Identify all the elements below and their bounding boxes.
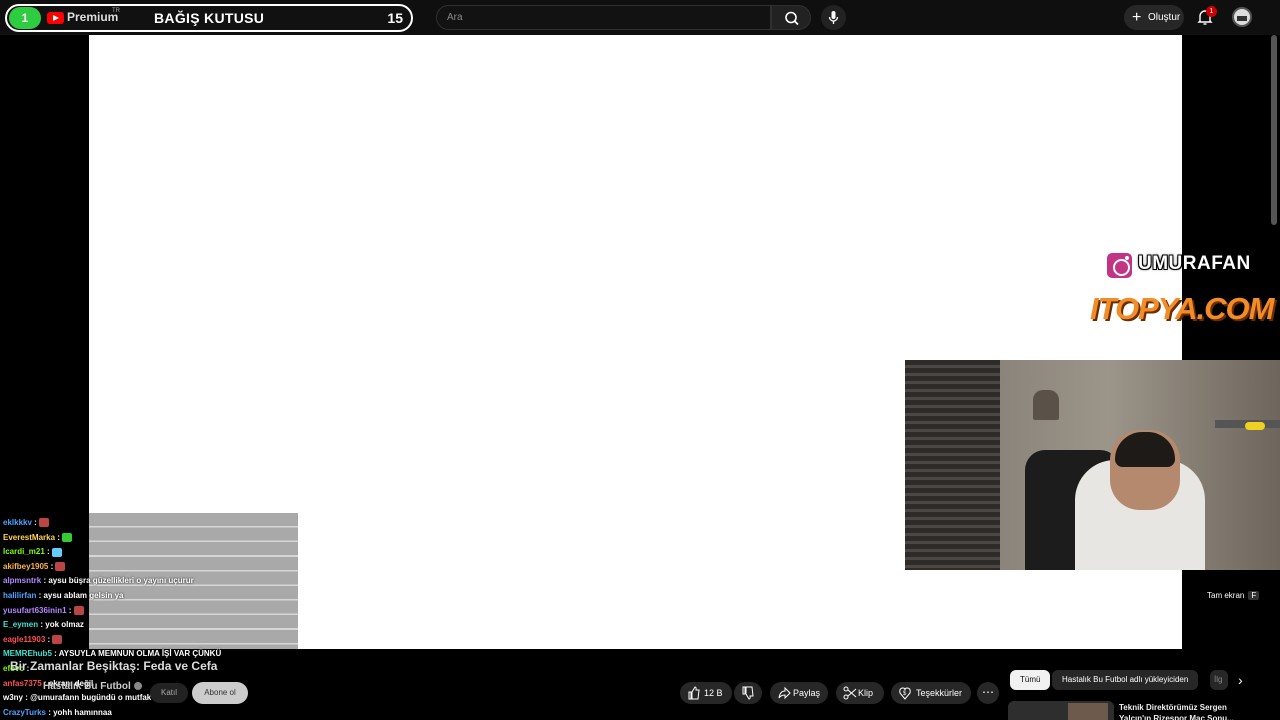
plus-icon: + (1132, 9, 1142, 26)
chip-all[interactable]: Tümü (1010, 670, 1051, 690)
chat-username[interactable]: eklkkkv (3, 518, 32, 527)
chevron-right-icon[interactable]: › (1238, 672, 1243, 688)
instagram-icon (1105, 251, 1134, 280)
share-button[interactable]: Paylaş (770, 682, 828, 704)
scrollbar[interactable] (1271, 35, 1277, 225)
emote-icon (55, 562, 66, 572)
chat-message: E_eymen : yok olmaz (3, 620, 84, 630)
chat-message: akifbey1905 : (3, 560, 303, 575)
sponsor-logo: ITOPYA.COM (1090, 291, 1274, 326)
video-title: Bir Zamanlar Beşiktaş: Feda ve Cefa (10, 659, 218, 673)
search-icon (785, 11, 799, 26)
chat-message: EverestMarka : (3, 531, 303, 546)
chat-username[interactable]: akifbey1905 (3, 562, 48, 571)
subscribe-button[interactable]: Abone ol (192, 682, 248, 704)
search-input[interactable]: Ara (436, 5, 771, 30)
fullscreen-tooltip: Tam ekran F (1207, 591, 1260, 600)
chat-username[interactable]: halilirfan (3, 591, 36, 600)
chat-username[interactable]: w3ny (3, 693, 23, 702)
verified-icon (133, 682, 142, 691)
thumbs-up-icon (687, 682, 701, 711)
chat-message: halilirfan : aysu ablam gelsin ya (3, 590, 124, 600)
chip-related[interactable]: İlg (1210, 670, 1228, 690)
instagram-overlay: UMURAFAN (1105, 251, 1275, 281)
join-button[interactable]: Katıl (150, 683, 188, 703)
thanks-button[interactable]: $ Teşekkürler (891, 682, 971, 704)
chat-message: alpmsntrk : aysu büşra güzellikleri o ya… (3, 576, 194, 586)
chat-text: @umurafann bugündü o mutfak ? (30, 693, 159, 703)
donation-total: 15 (387, 10, 403, 26)
donation-title: BAĞIŞ KUTUSU (154, 10, 265, 26)
emote-icon (73, 605, 84, 615)
donation-box: 1 Premium TR BAĞIŞ KUTUSU 15 (5, 4, 413, 32)
create-button[interactable]: + Oluştur (1124, 5, 1184, 30)
thanks-label: Teşekkürler (916, 688, 963, 698)
emote-icon (52, 635, 63, 645)
fullscreen-label: Tam ekran (1207, 591, 1245, 600)
more-actions-button[interactable]: ⋯ (977, 682, 999, 704)
chat-text: aysu ablam gelsin ya (43, 590, 124, 600)
svg-text:$: $ (903, 691, 907, 697)
more-icon: ⋯ (982, 685, 994, 699)
top-bar: 1 Premium TR BAĞIŞ KUTUSU 15 Ara + Oluşt… (0, 0, 1280, 35)
chat-username[interactable]: alpmsntrk (3, 576, 41, 585)
recommendation-title[interactable]: Teknik Direktörümüz Sergen Yalçın'ın Riz… (1119, 702, 1259, 720)
channel-name-label: Hastalık Bu Futbol (43, 681, 131, 692)
create-label: Oluştur (1148, 12, 1181, 23)
share-icon (777, 682, 791, 711)
chat-text: AYSUYLA MEMNUN OLMA İŞİ VAR ÇÜNKÜ (58, 649, 222, 659)
chip-uploader[interactable]: Hastalık Bu Futbol adlı yükleyiciden (1052, 670, 1199, 690)
donation-count: 1 (9, 7, 41, 29)
emote-icon (39, 518, 50, 528)
clip-button[interactable]: Klip (836, 682, 884, 704)
chat-username[interactable]: anfas7375 (3, 679, 42, 688)
chat-text: yohh hamınnaa (53, 707, 112, 717)
chat-text: yok olmaz (45, 620, 84, 630)
scissors-icon (843, 682, 857, 711)
premium-label: Premium (67, 10, 119, 24)
fullscreen-key: F (1248, 591, 1260, 600)
thanks-icon: $ (898, 682, 912, 711)
emote-icon (62, 532, 73, 542)
chat-message: eklkkkv : (3, 516, 303, 531)
chat-text: aysu büşra güzellikleri o yayını uçurur (48, 576, 194, 586)
chat-message: eagle11903 : (3, 633, 303, 648)
chat-username[interactable]: MEMREhub5 (3, 649, 52, 658)
search-button[interactable] (771, 5, 811, 30)
chat-message: Icardi_m21 : (3, 545, 303, 560)
like-button[interactable]: 12 B (680, 682, 732, 704)
webcam-feed (905, 360, 1280, 570)
youtube-logo-icon (47, 12, 64, 24)
channel-name[interactable]: Hastalık Bu Futbol (43, 681, 142, 692)
premium-region: TR (112, 8, 120, 14)
chat-username[interactable]: EverestMarka (3, 533, 55, 542)
chat-username[interactable]: yusufart636inin1 (3, 606, 67, 615)
emote-icon (51, 547, 62, 557)
dislike-button[interactable] (734, 682, 762, 704)
chat-message: CrazyTurks : yohh hamınnaa (3, 707, 112, 717)
thumbs-down-icon (741, 682, 755, 711)
like-count: 12 B (704, 688, 723, 698)
chat-message: yusufart636inin1 : (3, 604, 303, 619)
chat-username[interactable]: E_eymen (3, 620, 38, 629)
instagram-handle: UMURAFAN (1138, 253, 1251, 274)
avatar[interactable] (1232, 7, 1252, 27)
notification-badge: 1 (1206, 6, 1217, 17)
chat-username[interactable]: CrazyTurks (3, 708, 46, 717)
clip-label: Klip (858, 688, 874, 698)
recommendation-thumbnail[interactable] (1008, 701, 1114, 720)
chat-username[interactable]: eagle11903 (3, 635, 45, 644)
share-label: Paylaş (793, 688, 821, 698)
microphone-icon (828, 11, 839, 24)
chat-username[interactable]: Icardi_m21 (3, 547, 45, 556)
voice-search-button[interactable] (821, 5, 846, 30)
